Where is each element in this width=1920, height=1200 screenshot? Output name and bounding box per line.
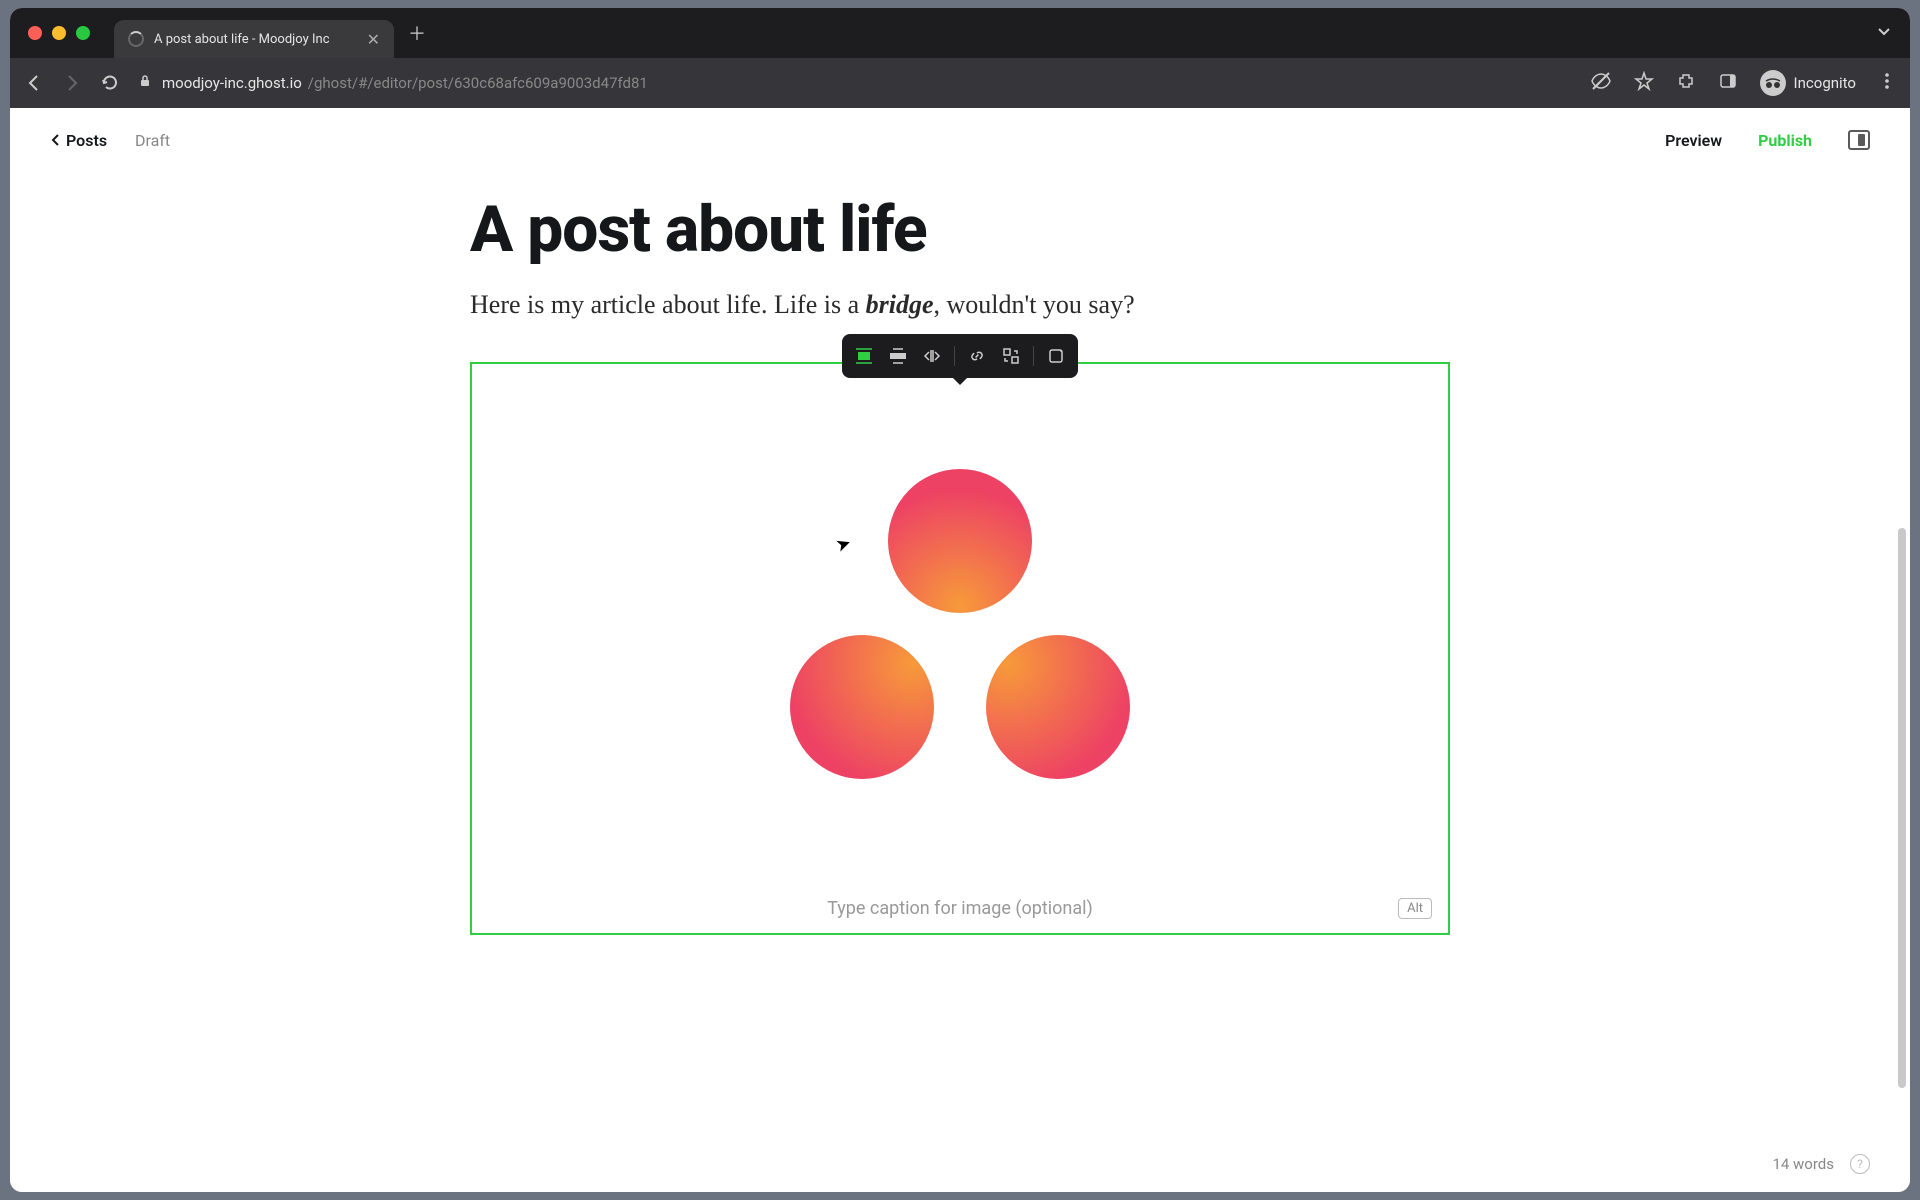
incognito-label: Incognito: [1794, 74, 1856, 92]
incognito-badge[interactable]: Incognito: [1760, 70, 1856, 96]
image-width-full-button[interactable]: [916, 342, 948, 370]
preview-button[interactable]: Preview: [1665, 131, 1722, 150]
word-count: 14 words: [1772, 1155, 1834, 1173]
alt-text-button[interactable]: Alt: [1398, 898, 1432, 919]
url-path: /ghost/#/editor/post/630c68afc609a9003d4…: [308, 74, 648, 92]
extensions-icon[interactable]: [1676, 71, 1696, 95]
image-preview: ➤: [472, 364, 1448, 884]
gradient-circle-bottom-right: [986, 635, 1130, 779]
caption-row: Type caption for image (optional) Alt: [472, 884, 1448, 933]
eye-off-icon[interactable]: [1590, 70, 1612, 96]
browser-address-bar: moodjoy-inc.ghost.io/ghost/#/editor/post…: [10, 58, 1910, 108]
reload-button[interactable]: [100, 73, 120, 93]
paragraph-text-before: Here is my article about life. Life is a: [470, 290, 866, 319]
page-content: Posts Draft Preview Publish A post about…: [10, 108, 1910, 1192]
image-width-wide-button[interactable]: [882, 342, 914, 370]
minimize-window-button[interactable]: [52, 26, 66, 40]
loading-spinner-icon: [128, 31, 144, 47]
chevron-left-icon: [50, 133, 60, 147]
image-card-selected[interactable]: ➤ Type caption for image (optional) Alt: [470, 362, 1450, 935]
back-to-posts-link[interactable]: Posts: [50, 131, 107, 150]
editor-body: A post about life Here is my article abo…: [470, 172, 1450, 955]
caption-input[interactable]: Type caption for image (optional): [827, 898, 1093, 919]
paragraph-text-after: , wouldn't you say?: [934, 290, 1135, 319]
lock-icon: [138, 74, 152, 92]
footer-status: 14 words ?: [1772, 1154, 1870, 1174]
post-title-input[interactable]: A post about life: [470, 192, 1450, 267]
forward-button[interactable]: [62, 73, 82, 93]
panel-icon[interactable]: [1718, 71, 1738, 95]
app-window: A post about life - Moodjoy Inc ✕ ＋ mood…: [10, 8, 1910, 1192]
browser-tab[interactable]: A post about life - Moodjoy Inc ✕: [114, 20, 394, 58]
maximize-window-button[interactable]: [76, 26, 90, 40]
image-link-button[interactable]: [961, 342, 993, 370]
post-paragraph[interactable]: Here is my article about life. Life is a…: [470, 285, 1450, 324]
gradient-circle-top: [888, 469, 1032, 613]
image-toolbar: [842, 334, 1078, 378]
new-tab-button[interactable]: ＋: [408, 20, 426, 46]
gradient-circle-bottom-left: [790, 635, 934, 779]
scrollbar-thumb[interactable]: [1898, 528, 1906, 1088]
back-button[interactable]: [24, 73, 44, 93]
toolbar-separator: [1033, 346, 1034, 366]
image-snippet-button[interactable]: [1040, 342, 1072, 370]
tab-title: A post about life - Moodjoy Inc: [154, 32, 357, 47]
publish-button[interactable]: Publish: [1758, 131, 1812, 150]
close-window-button[interactable]: [28, 26, 42, 40]
kebab-menu-icon[interactable]: [1878, 72, 1896, 94]
back-label: Posts: [66, 131, 107, 150]
window-caret-icon[interactable]: [1876, 23, 1892, 43]
settings-panel-toggle[interactable]: [1848, 130, 1870, 150]
url-host: moodjoy-inc.ghost.io: [162, 74, 302, 92]
image-width-regular-button[interactable]: [848, 342, 880, 370]
incognito-icon: [1760, 70, 1786, 96]
url-input[interactable]: moodjoy-inc.ghost.io/ghost/#/editor/post…: [138, 66, 1572, 100]
header-actions: Preview Publish: [1665, 130, 1870, 150]
toolbar-separator: [954, 346, 955, 366]
close-tab-icon[interactable]: ✕: [367, 30, 380, 49]
bold-italic-word: bridge: [866, 290, 934, 319]
traffic-lights: [28, 26, 90, 40]
post-status-label: Draft: [135, 131, 170, 150]
toolbar-right: Incognito: [1590, 70, 1896, 96]
star-icon[interactable]: [1634, 71, 1654, 95]
help-icon[interactable]: ?: [1850, 1154, 1870, 1174]
browser-titlebar: A post about life - Moodjoy Inc ✕ ＋: [10, 8, 1910, 58]
editor-header: Posts Draft Preview Publish: [10, 108, 1910, 172]
image-replace-button[interactable]: [995, 342, 1027, 370]
image-content-circles: [790, 469, 1130, 779]
